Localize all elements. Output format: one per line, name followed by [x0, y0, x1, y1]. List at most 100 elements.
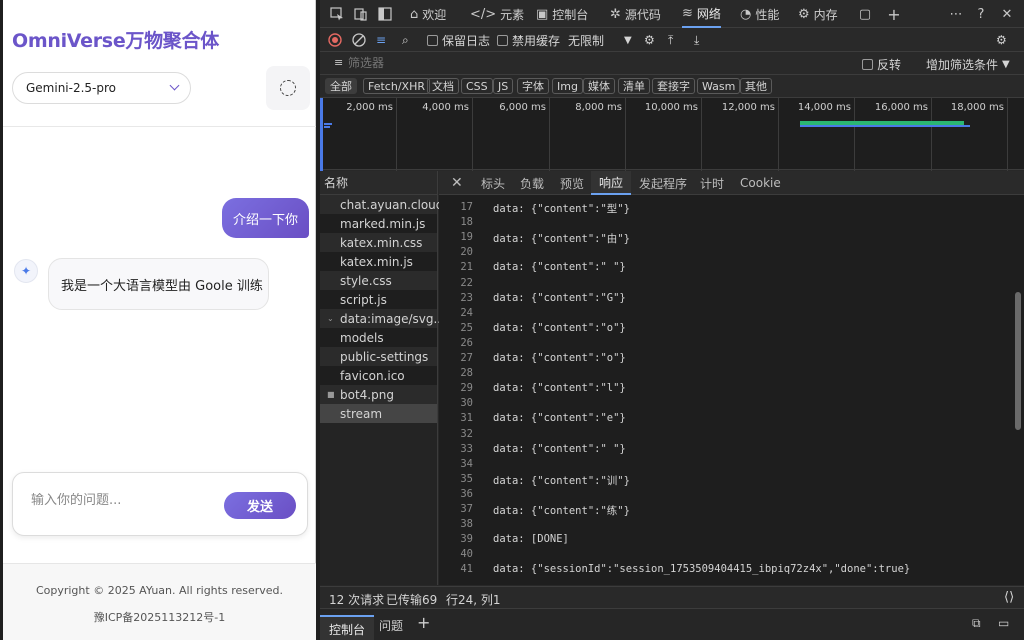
- disable-cache-checkbox[interactable]: 禁用缓存: [497, 32, 560, 48]
- type-filter-css[interactable]: CSS: [461, 78, 493, 94]
- icp-link[interactable]: 豫ICP备2025113212号-1: [3, 609, 316, 625]
- memory-icon: ⚙: [798, 6, 810, 22]
- request-row[interactable]: ■ bot4.png: [320, 385, 437, 404]
- response-line: 35 data: {"content":"训"}: [439, 473, 630, 488]
- devtools-panel: ⌂ 欢迎 </> 元素 ▣ 控制台 ✲ 源代码 ≋ 网络 ◔ 性能 ⚙ 内存 ▢…: [320, 0, 1024, 640]
- dock-side-icon[interactable]: [376, 5, 394, 23]
- tick-line: [625, 98, 626, 171]
- dock-drawer-icon[interactable]: ⧉: [972, 616, 981, 631]
- console-icon: ▣: [536, 6, 549, 22]
- tick-line: [549, 98, 550, 171]
- model-select[interactable]: Gemini-2.5-pro: [12, 72, 191, 104]
- tab-timing[interactable]: 计时: [700, 171, 724, 195]
- chat-app: OmniVerse万物聚合体 Gemini-2.5-pro 介绍一下你 ✦ 我是…: [3, 0, 316, 640]
- response-line: 38: [439, 518, 493, 533]
- record-icon[interactable]: [328, 32, 342, 48]
- drawer-tab-console[interactable]: 控制台: [320, 615, 375, 640]
- preserve-log-checkbox[interactable]: 保留日志: [427, 32, 490, 48]
- filter-input[interactable]: [348, 55, 568, 71]
- type-filter-doc[interactable]: 文档: [427, 78, 459, 94]
- tab-headers[interactable]: 标头: [481, 171, 505, 195]
- type-filter-wasm[interactable]: Wasm: [697, 78, 741, 94]
- tick-line: [701, 98, 702, 171]
- request-row[interactable]: favicon.ico: [320, 366, 437, 385]
- caret-down-icon[interactable]: ▼: [624, 32, 632, 48]
- device-toolbar-icon[interactable]: [352, 5, 370, 23]
- response-line: 33 data: {"content":" "}: [439, 443, 625, 458]
- request-row[interactable]: script.js: [320, 290, 437, 309]
- type-filter-js[interactable]: JS: [493, 78, 514, 94]
- close-drawer-icon[interactable]: ▭: [998, 616, 1009, 630]
- type-filter-manifest[interactable]: 清单: [618, 78, 650, 94]
- download-icon[interactable]: ⤓: [694, 32, 699, 48]
- tab-preview[interactable]: 预览: [560, 171, 584, 195]
- checkbox-icon: [497, 34, 508, 46]
- wifi-icon: ≋: [682, 5, 693, 21]
- upload-icon[interactable]: ⤒: [668, 32, 673, 48]
- line-number: 34: [460, 457, 473, 470]
- add-tab-icon[interactable]: +: [885, 5, 903, 24]
- search-icon[interactable]: ⌕: [402, 32, 409, 48]
- filter-toggle-icon[interactable]: ≡: [376, 32, 386, 48]
- tab-elements[interactable]: </> 元素: [470, 0, 524, 28]
- more-options-icon[interactable]: ⋯: [947, 5, 965, 23]
- close-detail-icon[interactable]: ✕: [451, 171, 463, 195]
- response-line: 41 data: {"sessionId":"session_1753509404…: [439, 563, 910, 578]
- inspect-icon[interactable]: [328, 5, 346, 23]
- type-filter-socket[interactable]: 套接字: [652, 78, 695, 94]
- type-filter-media[interactable]: 媒体: [583, 78, 615, 94]
- tab-initiator[interactable]: 发起程序: [639, 171, 687, 195]
- line-number: 21: [460, 261, 473, 274]
- response-line: 37 data: {"content":"练"}: [439, 503, 630, 518]
- timeline-start-marker: [320, 98, 323, 171]
- request-row[interactable]: ⌄ data:image/svg...: [320, 309, 445, 328]
- line-number: 38: [460, 518, 473, 531]
- tick-label: 14,000 ms: [797, 102, 851, 113]
- invert-checkbox[interactable]: 反转: [862, 56, 901, 72]
- request-row[interactable]: chat.ayuan.cloud: [320, 195, 443, 214]
- tab-payload[interactable]: 负载: [520, 171, 544, 195]
- request-row[interactable]: public-settings: [320, 347, 437, 366]
- drawer-tab-issues[interactable]: 问题: [379, 617, 403, 634]
- tab-console[interactable]: ▣ 控制台: [536, 0, 588, 28]
- tab-memory[interactable]: ⚙ 内存: [798, 0, 838, 28]
- tab-performance[interactable]: ◔ 性能: [740, 0, 779, 28]
- network-conditions-icon[interactable]: ⚙: [644, 32, 655, 48]
- request-row[interactable]: models: [320, 328, 437, 347]
- add-drawer-tab-icon[interactable]: +: [417, 613, 430, 632]
- type-filter-img[interactable]: Img: [552, 78, 583, 94]
- tab-response[interactable]: 响应: [591, 171, 632, 195]
- names-column-header[interactable]: 名称: [320, 171, 438, 195]
- request-row[interactable]: marked.min.js: [320, 214, 437, 233]
- more-filters-dropdown[interactable]: 增加筛选条件 ▼: [926, 56, 1010, 72]
- network-overview-timeline[interactable]: 2,000 ms 4,000 ms 6,000 ms 8,000 ms 10,0…: [320, 97, 1024, 171]
- format-icon[interactable]: ⟨⟩: [1004, 590, 1014, 605]
- clear-icon[interactable]: [352, 32, 366, 48]
- tick-line: [1007, 98, 1008, 171]
- tick-label: 4,000 ms: [422, 102, 469, 113]
- close-icon[interactable]: ✕: [998, 5, 1016, 23]
- chat-input[interactable]: [31, 493, 211, 508]
- request-row[interactable]: katex.min.js: [320, 252, 437, 271]
- loading-button[interactable]: [266, 66, 310, 110]
- tab-cookies[interactable]: Cookie: [740, 171, 781, 195]
- application-panel-icon[interactable]: ▢: [856, 5, 874, 23]
- tab-sources[interactable]: ✲ 源代码: [610, 0, 661, 28]
- tab-network[interactable]: ≋ 网络: [682, 0, 721, 28]
- type-filter-fetch-xhr[interactable]: Fetch/XHR: [363, 78, 430, 94]
- type-filter-all[interactable]: 全部: [325, 78, 357, 94]
- response-scrollbar[interactable]: [1015, 292, 1021, 430]
- request-row[interactable]: katex.min.css: [320, 233, 437, 252]
- request-row[interactable]: style.css: [320, 271, 437, 290]
- send-button[interactable]: 发送: [224, 492, 296, 519]
- type-filter-font[interactable]: 字体: [517, 78, 549, 94]
- tick-line: [472, 98, 473, 171]
- type-filter-other[interactable]: 其他: [740, 78, 772, 94]
- tab-welcome[interactable]: ⌂ 欢迎: [410, 0, 446, 28]
- throttle-select[interactable]: 无限制: [568, 32, 604, 48]
- response-body[interactable]: 17 data: {"content":"型"} 18 19 data: {"conte…: [439, 195, 1024, 585]
- help-icon[interactable]: ?: [972, 5, 990, 23]
- request-row-selected[interactable]: stream: [320, 404, 437, 423]
- settings-gear-icon[interactable]: ⚙: [996, 32, 1007, 48]
